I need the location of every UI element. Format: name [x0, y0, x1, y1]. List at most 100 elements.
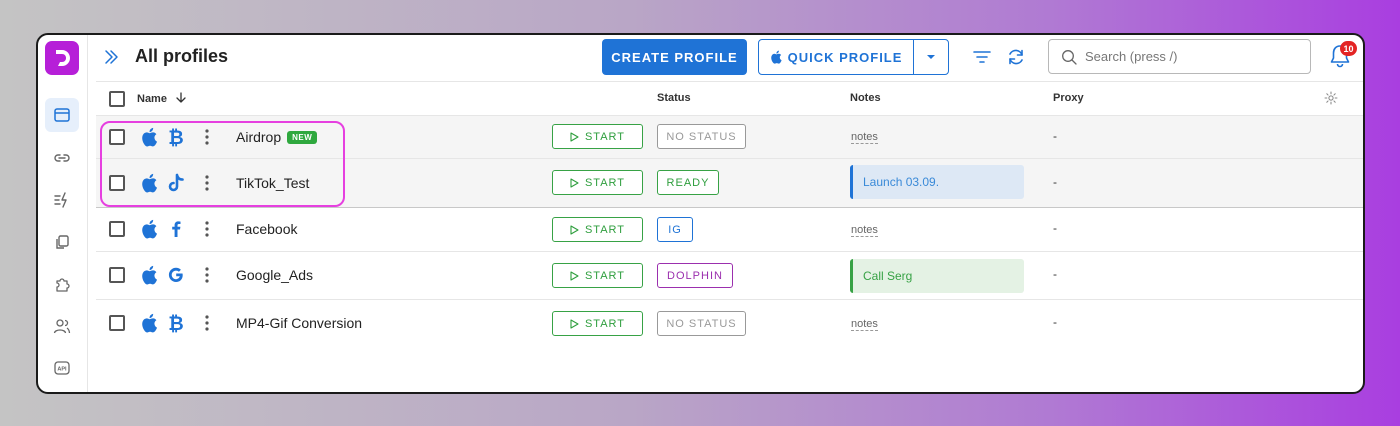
- row-checkbox[interactable]: [109, 315, 125, 331]
- play-icon: [570, 270, 579, 281]
- puzzle-icon: [56, 278, 70, 292]
- start-label: START: [584, 269, 626, 282]
- kebab-menu-icon[interactable]: [204, 128, 210, 146]
- kebab-menu-icon[interactable]: [204, 266, 210, 284]
- notes-field[interactable]: notes: [851, 131, 878, 144]
- sidebar-item-automation[interactable]: [45, 183, 79, 217]
- table-row[interactable]: Facebook START IG notes -: [96, 208, 1363, 252]
- page-title: All profiles: [135, 46, 229, 66]
- profile-name[interactable]: Facebook: [236, 221, 297, 237]
- start-label: START: [584, 130, 626, 143]
- app-window: API All profiles CREATE PROFILE QUICK PR…: [36, 33, 1365, 394]
- start-button[interactable]: START: [552, 311, 643, 336]
- svg-text:₿: ₿: [168, 128, 183, 147]
- dolphin-logo-icon: [56, 50, 70, 66]
- double-chevron-right-icon[interactable]: [102, 48, 120, 66]
- profiles-table: Name Status Notes Proxy ₿ Airdrop NEW STA…: [96, 81, 1363, 344]
- header: All profiles CREATE PROFILE QUICK PROFIL…: [88, 35, 1363, 81]
- sort-arrow-down-icon: [176, 92, 186, 103]
- bolt-list-icon: [54, 192, 67, 208]
- quick-profile-button[interactable]: QUICK PROFILE: [758, 39, 949, 75]
- search-icon: [1062, 49, 1077, 65]
- row-checkbox[interactable]: [109, 267, 125, 283]
- start-button[interactable]: START: [552, 217, 643, 242]
- table-row[interactable]: Google_Ads START DOLPHIN Call Serg -: [96, 252, 1363, 300]
- apple-icon: [142, 219, 157, 239]
- bitcoin-icon: ₿: [168, 128, 183, 147]
- row-checkbox[interactable]: [109, 221, 125, 237]
- profile-name[interactable]: Google_Ads: [236, 267, 313, 283]
- sidebar-item-templates[interactable]: [45, 225, 79, 259]
- apple-icon: [142, 313, 157, 333]
- quick-profile-main[interactable]: QUICK PROFILE: [759, 40, 913, 74]
- proxy-value[interactable]: -: [1053, 175, 1057, 189]
- api-icon: API: [54, 361, 70, 375]
- row-checkbox[interactable]: [109, 129, 125, 145]
- status-badge[interactable]: NO STATUS: [657, 311, 746, 336]
- search-box[interactable]: [1048, 39, 1311, 74]
- proxy-value[interactable]: -: [1053, 221, 1057, 235]
- sidebar-item-proxies[interactable]: [45, 141, 79, 175]
- notes-field[interactable]: Launch 03.09.: [850, 165, 1024, 199]
- profile-name[interactable]: Airdrop NEW: [236, 129, 318, 145]
- status-badge[interactable]: READY: [657, 170, 719, 195]
- row-checkbox[interactable]: [109, 175, 125, 191]
- sidebar-item-api[interactable]: API: [45, 351, 79, 385]
- new-badge: NEW: [287, 131, 318, 144]
- kebab-menu-icon[interactable]: [204, 174, 210, 192]
- column-header-notes[interactable]: Notes: [850, 92, 881, 104]
- proxy-value[interactable]: -: [1053, 129, 1057, 143]
- start-button[interactable]: START: [552, 170, 643, 195]
- refresh-icon[interactable]: [1006, 47, 1026, 67]
- table-row[interactable]: ₿ Airdrop NEW START NO STATUS notes -: [96, 116, 1363, 159]
- notes-field[interactable]: notes: [851, 318, 878, 331]
- profile-name[interactable]: TikTok_Test: [236, 175, 309, 191]
- status-badge[interactable]: NO STATUS: [657, 124, 746, 149]
- play-icon: [570, 177, 579, 188]
- play-icon: [570, 318, 579, 329]
- start-button[interactable]: START: [552, 124, 643, 149]
- sidebar: API: [38, 35, 88, 392]
- profile-name[interactable]: MP4-Gif Conversion: [236, 315, 362, 331]
- filter-icon[interactable]: [972, 47, 992, 67]
- start-label: START: [584, 317, 626, 330]
- column-name-label: Name: [137, 93, 167, 105]
- apple-icon: [142, 265, 157, 285]
- table-row[interactable]: TikTok_Test START READY Launch 03.09. -: [96, 159, 1363, 208]
- sidebar-item-extensions[interactable]: [45, 267, 79, 301]
- kebab-menu-icon[interactable]: [204, 220, 210, 238]
- column-header-proxy[interactable]: Proxy: [1053, 92, 1084, 104]
- profile-name-text: Airdrop: [236, 129, 282, 145]
- create-profile-button[interactable]: CREATE PROFILE: [602, 39, 747, 75]
- kebab-menu-icon[interactable]: [204, 314, 210, 332]
- sidebar-item-profiles[interactable]: [45, 98, 79, 132]
- apple-icon: [770, 50, 782, 64]
- status-badge[interactable]: DOLPHIN: [657, 263, 733, 288]
- proxy-value[interactable]: -: [1053, 315, 1057, 329]
- column-header-name[interactable]: Name: [137, 92, 186, 105]
- table-row[interactable]: ₿ MP4-Gif Conversion START NO STATUS not…: [96, 300, 1363, 344]
- start-button[interactable]: START: [552, 263, 643, 288]
- select-all-checkbox[interactable]: [109, 91, 125, 107]
- facebook-icon: [172, 221, 181, 237]
- play-icon: [570, 131, 579, 142]
- column-header-status[interactable]: Status: [657, 92, 691, 104]
- start-label: START: [584, 223, 626, 236]
- notes-field[interactable]: Call Serg: [850, 259, 1024, 293]
- browser-icon: [54, 108, 70, 122]
- notes-field[interactable]: notes: [851, 224, 878, 237]
- search-input[interactable]: [1085, 49, 1285, 64]
- bitcoin-icon: ₿: [168, 314, 183, 333]
- proxy-value[interactable]: -: [1053, 267, 1057, 281]
- caret-down-icon: [927, 55, 935, 59]
- apple-icon: [142, 127, 157, 147]
- sidebar-item-team[interactable]: [45, 309, 79, 343]
- tiktok-icon: [168, 173, 184, 192]
- quick-profile-dropdown[interactable]: [913, 40, 948, 74]
- app-logo[interactable]: [45, 41, 79, 75]
- quick-profile-label: QUICK PROFILE: [787, 49, 903, 65]
- play-icon: [570, 224, 579, 235]
- gear-icon[interactable]: [1324, 91, 1338, 105]
- status-badge[interactable]: IG: [657, 217, 693, 242]
- svg-text:API: API: [57, 366, 67, 372]
